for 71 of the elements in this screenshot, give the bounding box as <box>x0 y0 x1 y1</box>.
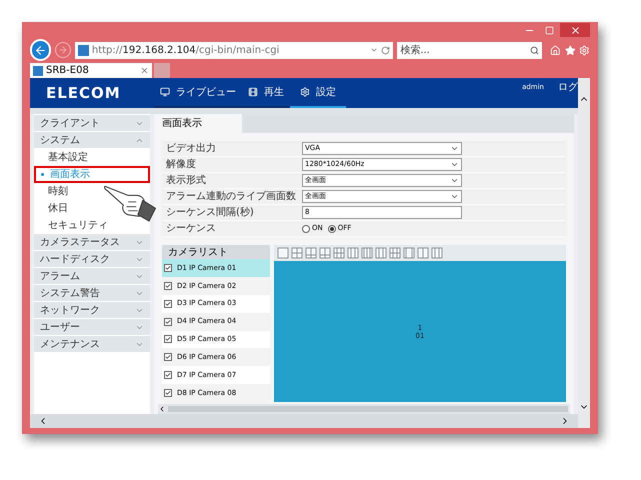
layout-icon[interactable] <box>305 247 317 259</box>
bullet-icon <box>41 173 44 176</box>
layout-icon[interactable] <box>403 247 415 259</box>
monitor-icon <box>160 87 170 97</box>
layout-icon[interactable] <box>347 247 359 259</box>
logo: ELECOM <box>46 82 122 104</box>
search-icon[interactable] <box>530 46 540 54</box>
maximize-icon[interactable] <box>545 26 554 34</box>
close-icon <box>570 24 580 36</box>
layout-icon[interactable] <box>333 247 345 259</box>
layout-icon[interactable] <box>431 247 443 259</box>
layout-icon[interactable] <box>417 247 429 259</box>
field-label: 表示形式 <box>165 174 207 188</box>
sidebar-item[interactable]: セキュリティ <box>48 217 108 234</box>
gear-icon <box>300 87 310 97</box>
layout-icon[interactable] <box>375 247 387 259</box>
layout-icon[interactable] <box>319 247 331 259</box>
checkbox[interactable] <box>164 353 172 362</box>
film-icon <box>248 87 258 97</box>
dropdown-icon[interactable] <box>370 46 378 54</box>
site-icon <box>78 44 89 56</box>
horizontal-scrollbar[interactable] <box>158 404 570 414</box>
field-label: シーケンス <box>165 222 217 236</box>
checkbox[interactable] <box>164 371 172 380</box>
field-label: シーケンス間隔(秒) <box>165 206 255 220</box>
sidebar-group[interactable]: ネットワーク <box>34 302 150 319</box>
settings-icon[interactable] <box>579 44 590 56</box>
vertical-scrollbar[interactable] <box>578 78 590 428</box>
sidebar-group[interactable]: システム警告 <box>34 285 150 302</box>
sidebar-group[interactable]: カメラステータス <box>34 234 150 251</box>
layout-icon[interactable] <box>361 247 373 259</box>
layout-icon[interactable] <box>291 247 303 259</box>
sidebar-item[interactable]: 休日 <box>48 200 68 217</box>
close-icon[interactable] <box>140 66 149 75</box>
sidebar-group[interactable]: システム <box>34 132 150 149</box>
layout-icon[interactable] <box>389 247 401 259</box>
checkbox[interactable] <box>164 318 172 326</box>
sidebar-group[interactable]: ユーザー <box>34 319 150 336</box>
sidebar-item[interactable]: 画面表示 <box>34 166 150 183</box>
address-field[interactable]: http://192.168.2.104/cgi-bin/main-cgi <box>74 42 394 58</box>
list-header: カメラリスト <box>162 245 270 259</box>
url-text: http://192.168.2.104/cgi-bin/main-cgi <box>92 44 280 58</box>
star-icon[interactable] <box>564 44 576 56</box>
browser-tab[interactable]: SRB-E08 <box>30 63 152 78</box>
logout-link[interactable]: ログ <box>558 80 578 95</box>
layout-icon[interactable] <box>277 247 289 259</box>
field-label: 解像度 <box>165 158 197 172</box>
search-field[interactable]: 検索... <box>397 42 542 58</box>
close-button[interactable] <box>560 23 590 37</box>
back-button[interactable] <box>30 39 52 61</box>
back-arrow-icon <box>34 44 48 56</box>
field-label: アラーム連動のライブ画面数 <box>165 190 297 204</box>
home-icon[interactable] <box>550 44 561 56</box>
sidebar-group[interactable]: アラーム <box>34 268 150 285</box>
sidebar-group[interactable]: ハードディスク <box>34 251 150 268</box>
checkbox[interactable] <box>164 264 172 272</box>
panel-tab[interactable]: 画面表示 <box>154 114 242 133</box>
sidebar-group[interactable]: メンテナンス <box>34 336 150 353</box>
checkbox[interactable] <box>164 335 172 344</box>
checkbox[interactable] <box>164 389 172 398</box>
refresh-icon[interactable] <box>381 46 390 54</box>
site-icon <box>33 66 43 76</box>
sidebar-item[interactable]: 時刻 <box>48 183 68 200</box>
forward-arrow-icon <box>58 45 68 55</box>
sidebar-item[interactable]: 基本設定 <box>48 149 88 166</box>
checkbox[interactable] <box>164 300 172 308</box>
scroll-left-icon[interactable] <box>158 405 166 413</box>
checkbox[interactable] <box>164 282 172 290</box>
field-label: ビデオ出力 <box>165 142 217 156</box>
forward-button[interactable] <box>55 42 71 58</box>
sidebar-group[interactable]: クライアント <box>34 115 150 132</box>
